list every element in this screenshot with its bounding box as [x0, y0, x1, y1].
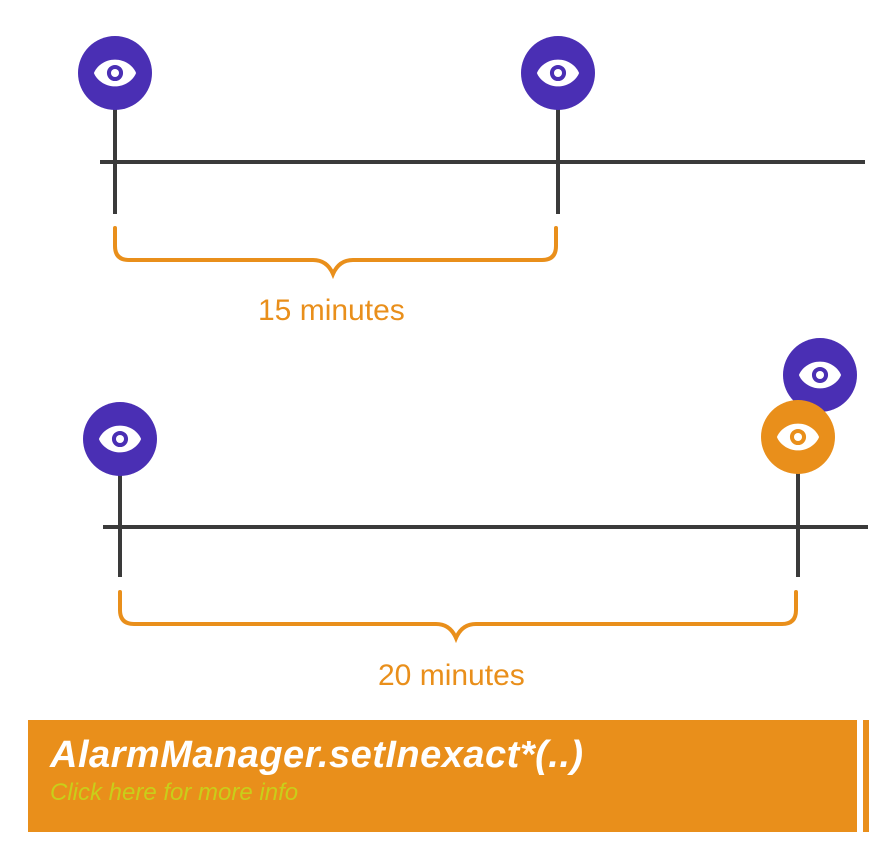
timeline-2-tick-start — [118, 495, 122, 577]
eye-icon — [797, 352, 843, 398]
timeline-2-axis — [103, 525, 868, 529]
eye-icon — [535, 50, 581, 96]
timeline-1-tick-end — [556, 130, 560, 214]
diagram-canvas: 15 minutes 20 minutes AlarmManager — [0, 0, 888, 842]
timeline-1-axis — [100, 160, 865, 164]
eye-icon — [97, 416, 143, 462]
eye-marker-icon — [83, 402, 157, 476]
footer-subtitle: Click here for more info — [50, 779, 835, 807]
eye-marker-icon — [761, 400, 835, 474]
eye-icon — [775, 414, 821, 460]
eye-icon — [92, 50, 138, 96]
brace-1 — [113, 226, 558, 286]
timeline-2-tick-end — [796, 495, 800, 577]
interval-2-label: 20 minutes — [378, 659, 525, 693]
brace-2 — [118, 590, 798, 650]
eye-marker-icon — [78, 36, 152, 110]
footer-title: AlarmManager.setInexact*(..) — [50, 734, 835, 777]
timeline-1-tick-start — [113, 130, 117, 214]
footer-callout[interactable]: AlarmManager.setInexact*(..) Click here … — [28, 720, 863, 832]
eye-marker-icon — [521, 36, 595, 110]
interval-1-label: 15 minutes — [258, 294, 405, 328]
